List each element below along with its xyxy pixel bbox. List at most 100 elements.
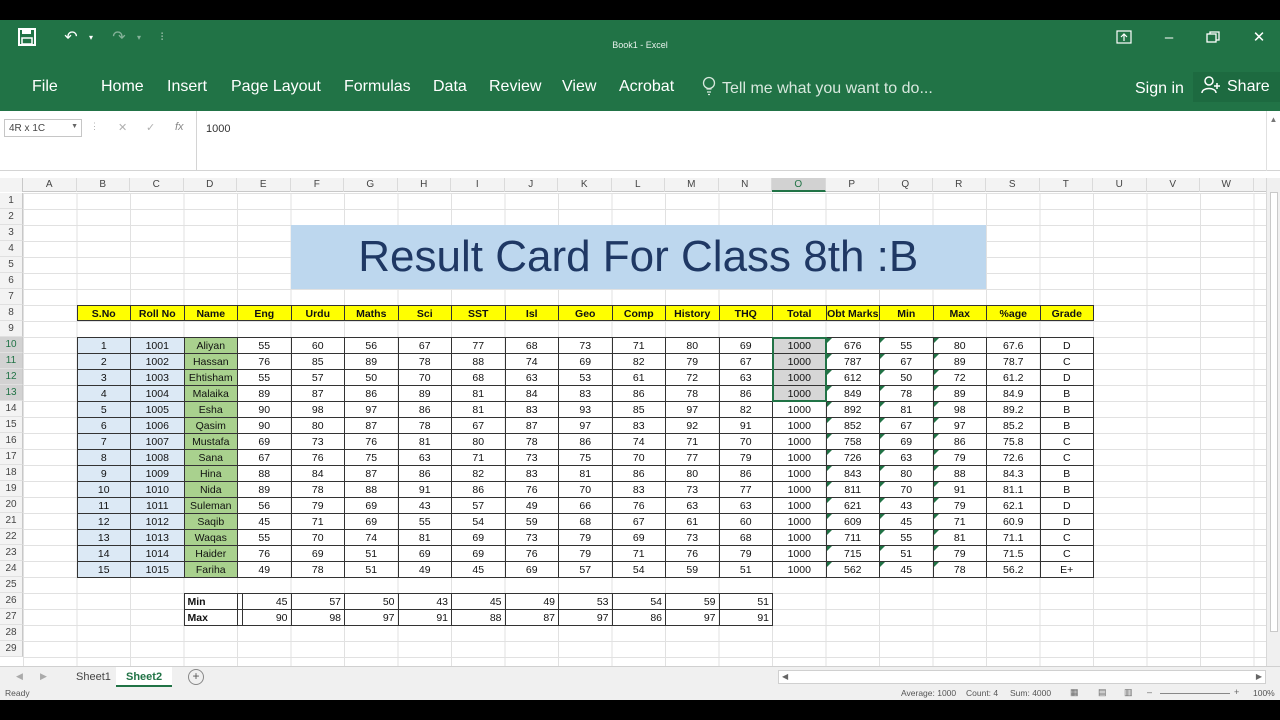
table-cell[interactable]: 89	[237, 481, 292, 498]
table-cell[interactable]: 51	[344, 561, 399, 578]
table-cell[interactable]: C	[1039, 449, 1094, 466]
table-cell[interactable]: C	[1039, 545, 1094, 562]
table-cell[interactable]: 11	[76, 497, 131, 514]
row-header-17[interactable]: 17	[0, 449, 23, 465]
table-cell[interactable]: 62.1	[986, 497, 1041, 514]
table-cell[interactable]: 89	[237, 385, 292, 402]
tab-view[interactable]: View	[562, 78, 596, 96]
table-cell[interactable]: 85	[290, 353, 345, 370]
row-header-21[interactable]: 21	[0, 513, 23, 529]
ribbon-display-options-icon[interactable]	[1110, 26, 1138, 48]
table-cell[interactable]: D	[1039, 513, 1094, 530]
table-cell[interactable]: Mustafa	[183, 433, 238, 450]
table-cell[interactable]: 57	[290, 369, 345, 386]
table-cell[interactable]: 88	[344, 481, 399, 498]
table-cell[interactable]: 1000	[772, 337, 827, 354]
table-cell[interactable]: 78	[397, 417, 452, 434]
table-cell[interactable]: 78.7	[986, 353, 1041, 370]
table-cell[interactable]: 61	[611, 369, 666, 386]
table-cell[interactable]: 91	[718, 417, 773, 434]
table-cell[interactable]: 82	[451, 465, 506, 482]
table-cell[interactable]: 91	[397, 481, 452, 498]
column-header-v[interactable]: V	[1147, 178, 1200, 192]
table-cell[interactable]: 68	[558, 513, 613, 530]
row-header-28[interactable]: 28	[0, 625, 23, 641]
table-cell[interactable]: 54	[611, 561, 666, 578]
worksheet-grid[interactable]: ABCDEFGHIJKLMNOPQRSTUVW 1 2 3 4 5 6 7 8 9 10 11 12 1…	[0, 178, 1266, 666]
table-cell[interactable]: 12	[76, 513, 131, 530]
table-cell[interactable]: 45	[237, 513, 292, 530]
table-cell[interactable]: 82	[611, 353, 666, 370]
table-cell[interactable]: Esha	[183, 401, 238, 418]
table-cell[interactable]: 15	[76, 561, 131, 578]
table-cell[interactable]: 83	[611, 417, 666, 434]
table-cell[interactable]: 80	[290, 417, 345, 434]
table-cell[interactable]: 1000	[772, 513, 827, 530]
summary-cell[interactable]: 53	[558, 593, 613, 610]
table-cell[interactable]: 70	[558, 481, 613, 498]
table-cell[interactable]: 1014	[130, 545, 185, 562]
table-cell[interactable]: 63	[879, 449, 934, 466]
table-header-cell[interactable]: Maths	[344, 305, 399, 321]
row-header-3[interactable]: 3	[0, 225, 23, 241]
table-cell[interactable]: 57	[558, 561, 613, 578]
table-cell[interactable]: 77	[451, 337, 506, 354]
table-cell[interactable]: 78	[290, 481, 345, 498]
table-cell[interactable]: 70	[879, 481, 934, 498]
table-cell[interactable]: 86	[558, 433, 613, 450]
table-header-cell[interactable]: Urdu	[290, 305, 345, 321]
column-header-t[interactable]: T	[1040, 178, 1093, 192]
row-header-13[interactable]: 13	[0, 385, 23, 401]
table-cell[interactable]: 1000	[772, 385, 827, 402]
table-cell[interactable]: 80	[932, 337, 987, 354]
table-cell[interactable]: 76	[665, 545, 720, 562]
table-cell[interactable]: 90	[237, 417, 292, 434]
table-cell[interactable]: 73	[290, 433, 345, 450]
table-cell[interactable]: 45	[451, 561, 506, 578]
row-header-10[interactable]: 10	[0, 337, 23, 353]
table-cell[interactable]: 71	[932, 513, 987, 530]
table-cell[interactable]: E+	[1039, 561, 1094, 578]
table-cell[interactable]: 71	[451, 449, 506, 466]
table-cell[interactable]: 71	[290, 513, 345, 530]
expand-formula-bar-icon[interactable]: ▲	[1266, 111, 1280, 171]
table-header-cell[interactable]: History	[665, 305, 720, 321]
table-cell[interactable]: 81	[397, 529, 452, 546]
table-cell[interactable]: 54	[451, 513, 506, 530]
column-header-h[interactable]: H	[398, 178, 451, 192]
table-header-cell[interactable]: Geo	[558, 305, 613, 321]
table-cell[interactable]: 75	[344, 449, 399, 466]
table-cell[interactable]: 78	[932, 561, 987, 578]
table-cell[interactable]: 67.6	[986, 337, 1041, 354]
table-cell[interactable]: 51	[879, 545, 934, 562]
table-cell[interactable]: 78	[397, 353, 452, 370]
share-button[interactable]: Share	[1193, 72, 1280, 102]
table-cell[interactable]: 811	[825, 481, 880, 498]
row-header-24[interactable]: 24	[0, 561, 23, 577]
table-cell[interactable]: 67	[237, 449, 292, 466]
table-cell[interactable]: 73	[504, 529, 559, 546]
table-cell[interactable]: 71.5	[986, 545, 1041, 562]
table-cell[interactable]: 59	[504, 513, 559, 530]
table-cell[interactable]: 758	[825, 433, 880, 450]
table-cell[interactable]: 71.1	[986, 529, 1041, 546]
table-cell[interactable]: 6	[76, 417, 131, 434]
table-cell[interactable]: 1012	[130, 513, 185, 530]
table-cell[interactable]: 97	[665, 401, 720, 418]
table-cell[interactable]: 79	[665, 353, 720, 370]
table-cell[interactable]: 97	[344, 401, 399, 418]
table-cell[interactable]: 86	[451, 481, 506, 498]
table-header-cell[interactable]: Name	[183, 305, 238, 321]
table-cell[interactable]: 1000	[772, 417, 827, 434]
table-cell[interactable]: 621	[825, 497, 880, 514]
table-cell[interactable]: 56	[344, 337, 399, 354]
summary-cell[interactable]: 43	[397, 593, 452, 610]
summary-cell[interactable]: 87	[504, 609, 559, 626]
summary-cell[interactable]: 51	[718, 593, 773, 610]
table-cell[interactable]: 73	[665, 481, 720, 498]
summary-cell[interactable]: 90	[237, 609, 292, 626]
table-cell[interactable]: 53	[558, 369, 613, 386]
table-cell[interactable]: 76	[344, 433, 399, 450]
table-cell[interactable]: 82	[718, 401, 773, 418]
table-cell[interactable]: 9	[76, 465, 131, 482]
